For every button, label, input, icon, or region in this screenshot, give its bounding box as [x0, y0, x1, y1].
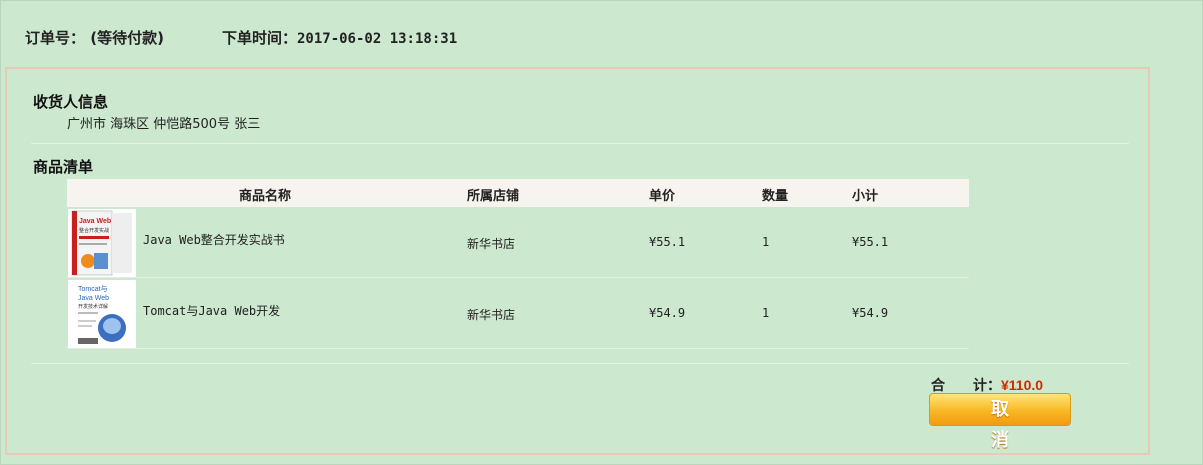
product-shop: 新华书店 [467, 308, 516, 322]
product-quantity: 1 [762, 235, 770, 249]
order-time: 下单时间：2017-06-02 13:18:31 [222, 27, 457, 48]
total-label: 合 计： [931, 378, 1001, 394]
product-name[interactable]: Java Web整合开发实战书 [143, 231, 285, 248]
book-cover-tomcat: Tomcat与 Java Web 开发技术详解 [68, 280, 136, 348]
order-time-label: 下单时间： [221, 29, 297, 47]
goods-table: 商品名称 所属店铺 单价 数量 小计 Java Web 整合开发实战 Java … [67, 179, 969, 349]
order-time-value: 2017-06-02 13:18:31 [296, 31, 458, 47]
cancel-order-button[interactable]: 取消 [929, 393, 1071, 451]
product-subtotal: ¥54.9 [852, 306, 889, 320]
column-header-quantity: 数量 [762, 189, 789, 204]
product-image[interactable]: Tomcat与 Java Web 开发技术详解 [68, 280, 136, 348]
table-header: 商品名称 所属店铺 单价 数量 小计 [67, 179, 969, 207]
book-cover-java-web: Java Web 整合开发实战 [68, 209, 136, 277]
order-number-label: 订单号： [25, 29, 86, 47]
column-header-subtotal: 小计 [852, 189, 879, 204]
table-row: Tomcat与 Java Web 开发技术详解 Tomcat与Java Web开… [67, 278, 969, 349]
order-number: 订单号： (等待付款) [25, 27, 164, 48]
product-shop: 新华书店 [467, 237, 516, 251]
order-status: (等待付款) [90, 29, 164, 47]
cover-title-line2: Java Web [78, 295, 109, 302]
table-row: Java Web 整合开发实战 Java Web整合开发实战书 新华书店 ¥55… [67, 207, 969, 278]
column-header-name: 商品名称 [239, 189, 292, 204]
column-header-price: 单价 [649, 189, 676, 204]
cover-title-line1: Java Web [79, 218, 111, 225]
receiver-address: 广州市 海珠区 仲恺路500号 张三 [67, 117, 261, 132]
product-name[interactable]: Tomcat与Java Web开发 [143, 302, 280, 319]
cover-title-line1: Tomcat与 [78, 285, 108, 293]
receiver-title: 收货人信息 [33, 93, 109, 111]
product-image[interactable]: Java Web 整合开发实战 [68, 209, 136, 277]
divider [31, 363, 1129, 364]
product-quantity: 1 [762, 306, 770, 320]
cover-title-line3: 开发技术详解 [78, 303, 108, 310]
order-header: 订单号： (等待付款) 下单时间：2017-06-02 13:18:31 [25, 27, 457, 48]
divider [31, 143, 1129, 144]
order-detail-panel: 收货人信息 广州市 海珠区 仲恺路500号 张三 商品清单 商品名称 所属店铺 … [5, 67, 1150, 455]
order-total: 合 计：¥110.0 [931, 375, 1043, 395]
total-amount: ¥110.0 [1001, 377, 1044, 393]
cover-title-line2: 整合开发实战 [79, 227, 109, 234]
product-subtotal: ¥55.1 [852, 235, 889, 249]
product-price: ¥55.1 [649, 235, 686, 249]
goods-title: 商品清单 [33, 158, 94, 176]
product-price: ¥54.9 [649, 306, 686, 320]
column-header-shop: 所属店铺 [467, 189, 520, 204]
